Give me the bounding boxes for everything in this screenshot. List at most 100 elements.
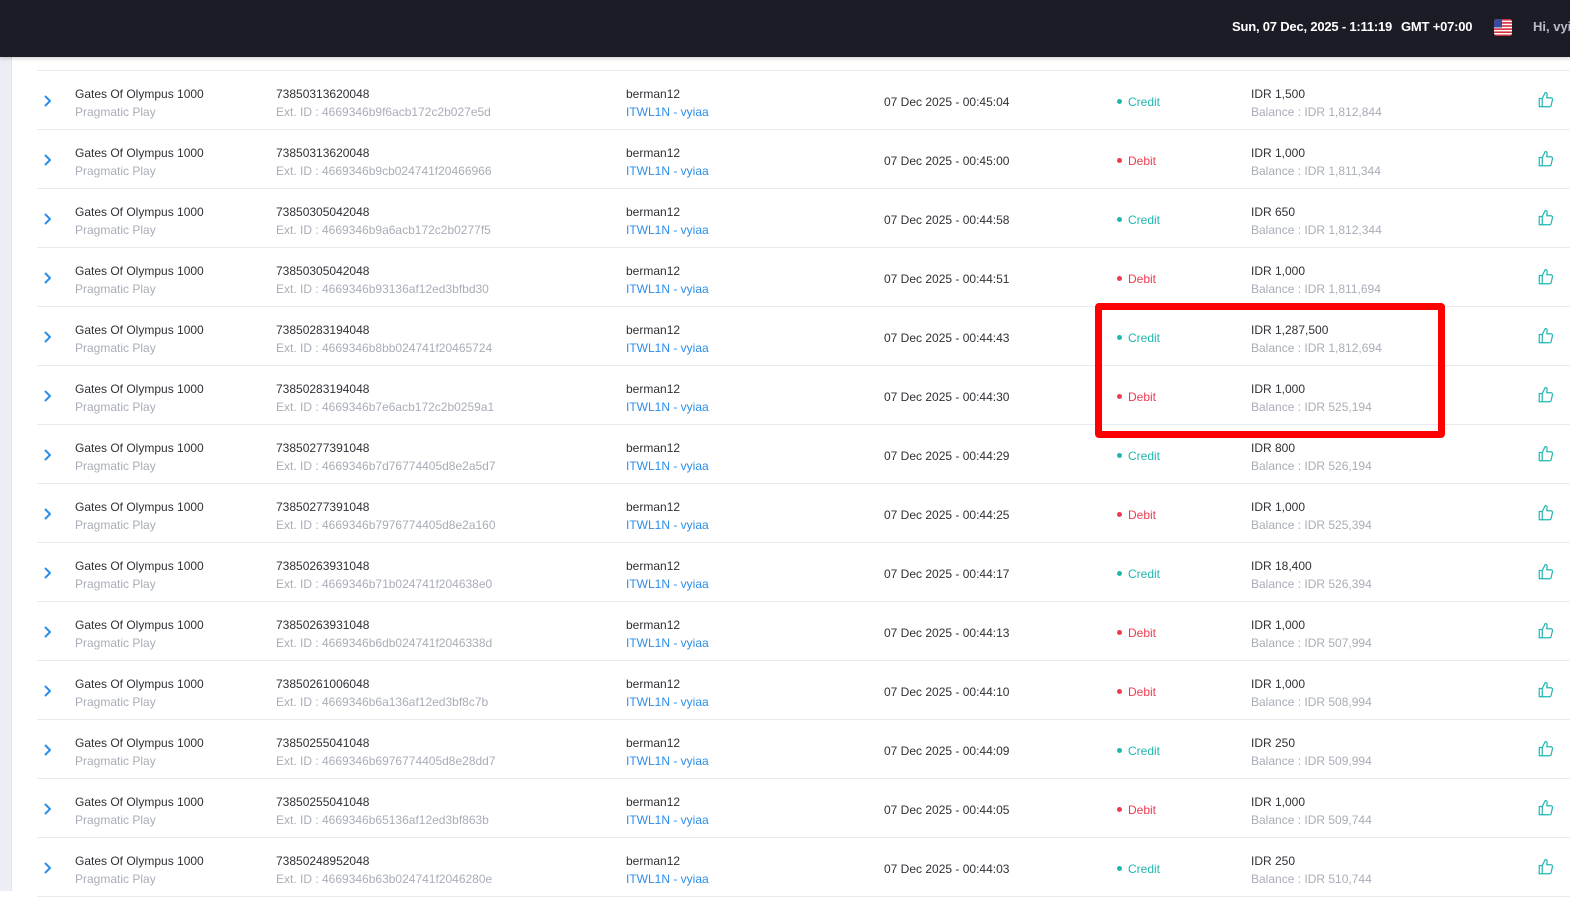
provider-name: Pragmatic Play bbox=[75, 459, 156, 473]
table-row[interactable]: Gates Of Olympus 1000 Pragmatic Play 738… bbox=[37, 366, 1570, 425]
current-datetime: Sun, 07 Dec, 2025 - 1:11:19 bbox=[1232, 19, 1393, 34]
thumbs-up-icon[interactable] bbox=[1537, 504, 1555, 522]
table-row[interactable]: Gates Of Olympus 1000 Pragmatic Play 738… bbox=[37, 425, 1570, 484]
table-row[interactable]: Gates Of Olympus 1000 Pragmatic Play 738… bbox=[37, 602, 1570, 661]
agent-link[interactable]: ITWL1N - vyiaa bbox=[626, 693, 709, 711]
status-dot-icon bbox=[1117, 866, 1122, 872]
chevron-right-icon[interactable] bbox=[43, 861, 53, 874]
chevron-right-icon[interactable] bbox=[43, 94, 53, 107]
transaction-type-label: Debit bbox=[1128, 272, 1157, 286]
transaction-type-label: Debit bbox=[1128, 154, 1157, 168]
table-row[interactable]: Gates Of Olympus 1000 Pragmatic Play 738… bbox=[37, 661, 1570, 720]
agent-link[interactable]: ITWL1N - vyiaa bbox=[626, 870, 709, 888]
balance: Balance : IDR 1,811,344 bbox=[1251, 164, 1381, 178]
thumbs-up-icon[interactable] bbox=[1537, 91, 1555, 109]
status-dot-icon bbox=[1117, 99, 1122, 105]
agent-link[interactable]: ITWL1N - vyiaa bbox=[626, 575, 709, 593]
provider-name: Pragmatic Play bbox=[75, 695, 156, 709]
balance: Balance : IDR 525,194 bbox=[1251, 400, 1372, 414]
agent-link[interactable]: ITWL1N - vyiaa bbox=[626, 634, 709, 652]
table-row[interactable]: Gates Of Olympus 1000 Pragmatic Play 738… bbox=[37, 189, 1570, 248]
external-id: Ext. ID : 4669346b6db024741f2046338d bbox=[276, 636, 493, 650]
game-name: Gates Of Olympus 1000 bbox=[75, 559, 204, 573]
external-id: Ext. ID : 4669346b7d76774405d8e2a5d7 bbox=[276, 459, 496, 473]
transaction-date: 07 Dec 2025 - 00:44:10 bbox=[884, 685, 1010, 699]
user-greeting[interactable]: Hi, vyi bbox=[1533, 19, 1570, 34]
agent-link[interactable]: ITWL1N - vyiaa bbox=[626, 221, 709, 239]
provider-name: Pragmatic Play bbox=[75, 518, 156, 532]
thumbs-up-icon[interactable] bbox=[1537, 327, 1555, 345]
amount: IDR 1,000 bbox=[1251, 677, 1306, 691]
status-dot-icon bbox=[1117, 748, 1122, 754]
chevron-right-icon[interactable] bbox=[43, 389, 53, 402]
agent-link[interactable]: ITWL1N - vyiaa bbox=[626, 339, 709, 357]
transaction-id: 73850283194048 bbox=[276, 323, 370, 337]
thumbs-up-icon[interactable] bbox=[1537, 799, 1555, 817]
thumbs-up-icon[interactable] bbox=[1537, 268, 1555, 286]
provider-name: Pragmatic Play bbox=[75, 164, 156, 178]
thumbs-up-icon[interactable] bbox=[1537, 445, 1555, 463]
chevron-right-icon[interactable] bbox=[43, 212, 53, 225]
chevron-right-icon[interactable] bbox=[43, 566, 53, 579]
table-row[interactable]: Gates Of Olympus 1000 Pragmatic Play 738… bbox=[37, 779, 1570, 838]
thumbs-up-icon[interactable] bbox=[1537, 858, 1555, 876]
status-dot-icon bbox=[1117, 689, 1122, 695]
table-row[interactable]: Gates Of Olympus 1000 Pragmatic Play 738… bbox=[37, 838, 1570, 897]
agent-link[interactable]: ITWL1N - vyiaa bbox=[626, 811, 709, 829]
amount: IDR 1,000 bbox=[1251, 146, 1306, 160]
agent-link[interactable]: ITWL1N - vyiaa bbox=[626, 516, 709, 534]
transaction-date: 07 Dec 2025 - 00:44:13 bbox=[884, 626, 1010, 640]
chevron-right-icon[interactable] bbox=[43, 625, 53, 638]
agent-link[interactable]: ITWL1N - vyiaa bbox=[626, 280, 709, 298]
chevron-right-icon[interactable] bbox=[43, 743, 53, 756]
username: berman12 bbox=[626, 618, 681, 632]
chevron-right-icon[interactable] bbox=[43, 507, 53, 520]
us-flag-icon[interactable] bbox=[1494, 19, 1512, 36]
table-row[interactable]: Gates Of Olympus 1000 Pragmatic Play 738… bbox=[37, 543, 1570, 602]
transaction-type-label: Credit bbox=[1128, 862, 1161, 876]
agent-link[interactable]: ITWL1N - vyiaa bbox=[626, 457, 709, 475]
transaction-type-badge: Debit bbox=[1117, 624, 1156, 642]
transaction-type-badge: Credit bbox=[1117, 565, 1160, 583]
table-row[interactable]: Gates Of Olympus 1000 Pragmatic Play 738… bbox=[37, 248, 1570, 307]
transaction-type-badge: Debit bbox=[1117, 388, 1156, 406]
provider-name: Pragmatic Play bbox=[75, 282, 156, 296]
transaction-type-label: Debit bbox=[1128, 685, 1157, 699]
thumbs-up-icon[interactable] bbox=[1537, 150, 1555, 168]
chevron-right-icon[interactable] bbox=[43, 448, 53, 461]
table-row[interactable]: Gates Of Olympus 1000 Pragmatic Play 738… bbox=[37, 130, 1570, 189]
username: berman12 bbox=[626, 854, 681, 868]
status-dot-icon bbox=[1117, 335, 1122, 341]
balance: Balance : IDR 1,812,844 bbox=[1251, 105, 1382, 119]
table-row[interactable]: Gates Of Olympus 1000 Pragmatic Play 738… bbox=[37, 484, 1570, 543]
balance: Balance : IDR 510,744 bbox=[1251, 872, 1372, 886]
chevron-right-icon[interactable] bbox=[43, 684, 53, 697]
transaction-type-badge: Debit bbox=[1117, 683, 1156, 701]
chevron-right-icon[interactable] bbox=[43, 330, 53, 343]
thumbs-up-icon[interactable] bbox=[1537, 563, 1555, 581]
table-row[interactable]: Gates Of Olympus 1000 Pragmatic Play 738… bbox=[37, 307, 1570, 366]
game-name: Gates Of Olympus 1000 bbox=[75, 146, 204, 160]
chevron-right-icon[interactable] bbox=[43, 153, 53, 166]
status-dot-icon bbox=[1117, 217, 1122, 223]
agent-link[interactable]: ITWL1N - vyiaa bbox=[626, 103, 709, 121]
transaction-date: 07 Dec 2025 - 00:44:03 bbox=[884, 862, 1010, 876]
balance: Balance : IDR 1,811,694 bbox=[1251, 282, 1381, 296]
agent-link[interactable]: ITWL1N - vyiaa bbox=[626, 162, 709, 180]
chevron-right-icon[interactable] bbox=[43, 802, 53, 815]
table-row[interactable]: Gates Of Olympus 1000 Pragmatic Play 738… bbox=[37, 720, 1570, 779]
balance: Balance : IDR 509,994 bbox=[1251, 754, 1372, 768]
transaction-type-badge: Debit bbox=[1117, 506, 1156, 524]
thumbs-up-icon[interactable] bbox=[1537, 622, 1555, 640]
thumbs-up-icon[interactable] bbox=[1537, 209, 1555, 227]
chevron-right-icon[interactable] bbox=[43, 271, 53, 284]
thumbs-up-icon[interactable] bbox=[1537, 740, 1555, 758]
agent-link[interactable]: ITWL1N - vyiaa bbox=[626, 398, 709, 416]
table-row[interactable]: Gates Of Olympus 1000 Pragmatic Play 738… bbox=[37, 71, 1570, 130]
transaction-id: 73850255041048 bbox=[276, 795, 370, 809]
thumbs-up-icon[interactable] bbox=[1537, 681, 1555, 699]
thumbs-up-icon[interactable] bbox=[1537, 386, 1555, 404]
username: berman12 bbox=[626, 87, 681, 101]
transaction-date: 07 Dec 2025 - 00:44:58 bbox=[884, 213, 1010, 227]
agent-link[interactable]: ITWL1N - vyiaa bbox=[626, 752, 709, 770]
